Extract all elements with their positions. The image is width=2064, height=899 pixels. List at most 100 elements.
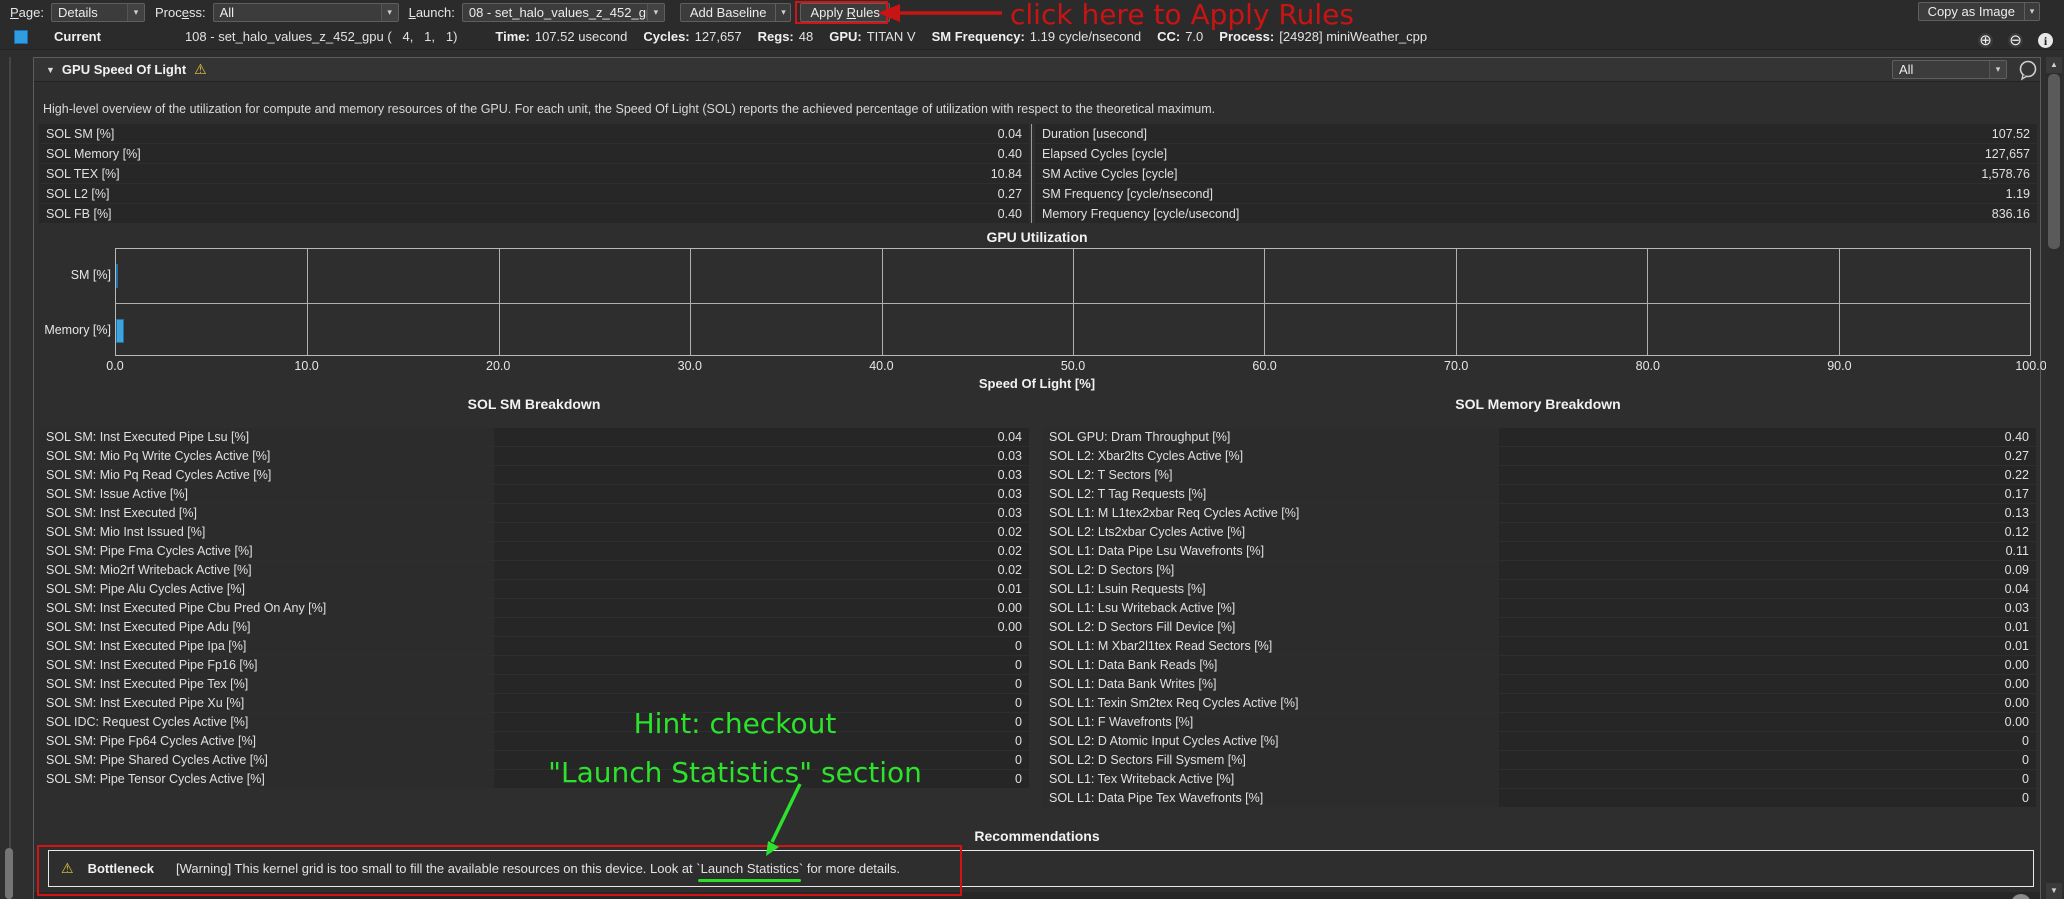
table-row[interactable]: SOL GPU: Dram Throughput [%]0.40 (1042, 428, 2036, 446)
pane-splitter[interactable] (9, 57, 11, 899)
comment-icon[interactable] (2017, 59, 2039, 81)
left-scrollbar-thumb[interactable] (5, 848, 13, 899)
metric-label: SOL SM: Inst Executed Pipe Fp16 [%] (39, 656, 494, 674)
metric-value: 1.19 (2006, 187, 2037, 201)
table-row[interactable]: SOL L1: Texin Sm2tex Req Cycles Active [… (1042, 694, 2036, 712)
table-row[interactable]: SOL L1: Lsu Writeback Active [%]0.03 (1042, 599, 2036, 617)
metric-label: SOL L1: F Wavefronts [%] (1042, 713, 1499, 731)
table-row[interactable]: SOL L1: Data Pipe Tex Wavefronts [%]0 (1042, 789, 2036, 807)
axis-tick-label: 70.0 (1444, 359, 1468, 373)
table-row[interactable]: SOL L2: D Sectors Fill Device [%]0.01 (1042, 618, 2036, 636)
table-row[interactable]: SOL L1: Lsuin Requests [%]0.04 (1042, 580, 2036, 598)
chevron-down-icon: ▾ (127, 4, 144, 21)
launch-dropdown[interactable]: 08 - set_halo_values_z_452_gpu ▾ (462, 3, 665, 22)
current-kernel-row[interactable]: Current 108 - set_halo_values_z_452_gpu … (0, 24, 2064, 50)
table-row[interactable]: SOL IDC: Request Cycles Active [%]0 (39, 713, 1029, 731)
apply-rules-button[interactable]: Apply Rules (800, 3, 889, 22)
copy-as-image-dropdown-arrow[interactable]: ▾ (2025, 2, 2040, 21)
launch-statistics-link[interactable]: `Launch Statistics` (696, 861, 803, 876)
table-row[interactable]: SM Active Cycles [cycle]1,578.76 (1035, 164, 2037, 183)
table-row[interactable]: SOL FB [%]0.40 (39, 204, 1029, 223)
table-row[interactable]: SOL SM: Inst Executed Pipe Cbu Pred On A… (39, 599, 1029, 617)
utilization-bar[interactable] (116, 264, 118, 288)
page-dropdown[interactable]: Details ▾ (51, 3, 145, 22)
metric-value: 0 (494, 715, 1029, 729)
scroll-up-arrow[interactable]: ▲ (2046, 57, 2062, 73)
table-row[interactable]: SOL L1: M L1tex2xbar Req Cycles Active [… (1042, 504, 2036, 522)
table-row[interactable]: SOL SM: Inst Executed Pipe Fp16 [%]0 (39, 656, 1029, 674)
metric-value: 0.40 (998, 147, 1029, 161)
table-row[interactable]: Duration [usecond]107.52 (1035, 124, 2037, 143)
metric-label: SOL SM: Inst Executed Pipe Lsu [%] (39, 428, 494, 446)
table-row[interactable]: SOL SM [%]0.04 (39, 124, 1029, 143)
table-row[interactable]: Memory Frequency [cycle/usecond]836.16 (1035, 204, 2037, 223)
add-baseline-button[interactable]: Add Baseline (680, 3, 777, 22)
section-filter-dropdown[interactable]: All ▾ (1892, 60, 2007, 79)
zoom-in-button[interactable]: ⊕ (1977, 32, 1994, 49)
table-row[interactable]: SOL SM: Pipe Fp64 Cycles Active [%]0 (39, 732, 1029, 750)
scroll-down-arrow[interactable]: ▼ (2046, 883, 2062, 899)
table-row[interactable]: SOL L2: Xbar2lts Cycles Active [%]0.27 (1042, 447, 2036, 465)
table-row[interactable]: SOL TEX [%]10.84 (39, 164, 1029, 183)
table-row[interactable]: SOL L1: Data Bank Writes [%]0.00 (1042, 675, 2036, 693)
table-row[interactable]: SOL L1: Tex Writeback Active [%]0 (1042, 770, 2036, 788)
table-row[interactable]: SOL SM: Mio Inst Issued [%]0.02 (39, 523, 1029, 541)
table-row[interactable]: SOL Memory [%]0.40 (39, 144, 1029, 163)
table-row[interactable]: SOL L1: M Xbar2l1tex Read Sectors [%]0.0… (1042, 637, 2036, 655)
table-row[interactable]: SOL SM: Issue Active [%]0.03 (39, 485, 1029, 503)
process-dropdown[interactable]: All ▾ (213, 3, 399, 22)
table-row[interactable]: SOL L2: D Sectors [%]0.09 (1042, 561, 2036, 579)
table-row[interactable]: SOL SM: Pipe Fma Cycles Active [%]0.02 (39, 542, 1029, 560)
metric-label: SOL L2: D Sectors [%] (1042, 561, 1499, 579)
table-row[interactable]: SOL SM: Inst Executed Pipe Tex [%]0 (39, 675, 1029, 693)
section-header[interactable]: ▼ GPU Speed Of Light ⚠ All ▾ (34, 58, 2040, 82)
scrollbar-thumb[interactable] (2048, 74, 2060, 249)
chart-y-label: Memory [%] (36, 323, 111, 337)
metric-label: SOL L1: Lsu Writeback Active [%] (1042, 599, 1499, 617)
table-row[interactable]: SOL SM: Inst Executed Pipe Lsu [%]0.04 (39, 428, 1029, 446)
metric-value: 0.11 (1499, 544, 2036, 558)
stat-label: GPU: (829, 29, 862, 44)
table-row[interactable]: SOL SM: Pipe Tensor Cycles Active [%]0 (39, 770, 1029, 788)
table-row[interactable]: SOL SM: Inst Executed [%]0.03 (39, 504, 1029, 522)
metric-value: 0 (494, 772, 1029, 786)
metric-value: 0.03 (494, 449, 1029, 463)
metric-label: SOL L1: Lsuin Requests [%] (1042, 580, 1499, 598)
table-row[interactable]: SOL SM: Inst Executed Pipe Xu [%]0 (39, 694, 1029, 712)
table-row[interactable]: SOL SM: Mio Pq Write Cycles Active [%]0.… (39, 447, 1029, 465)
table-row[interactable]: SM Frequency [cycle/nsecond]1.19 (1035, 184, 2037, 203)
table-row[interactable]: SOL SM: Inst Executed Pipe Adu [%]0.00 (39, 618, 1029, 636)
utilization-bar[interactable] (116, 319, 124, 343)
table-row[interactable]: SOL SM: Pipe Alu Cycles Active [%]0.01 (39, 580, 1029, 598)
metric-label: SOL SM: Mio Pq Read Cycles Active [%] (39, 466, 494, 484)
chart-x-axis: 0.010.020.030.040.050.060.070.080.090.01… (115, 359, 2031, 374)
copy-as-image-button[interactable]: Copy as Image (1918, 2, 2025, 21)
metric-label: SOL L2: Lts2xbar Cycles Active [%] (1042, 523, 1499, 541)
table-row[interactable]: SOL L1: F Wavefronts [%]0.00 (1042, 713, 2036, 731)
table-row[interactable]: SOL L1: Data Pipe Lsu Wavefronts [%]0.11 (1042, 542, 2036, 560)
table-row[interactable]: SOL SM: Inst Executed Pipe Ipa [%]0 (39, 637, 1029, 655)
table-row[interactable]: SOL SM: Mio2rf Writeback Active [%]0.02 (39, 561, 1029, 579)
vertical-scrollbar[interactable]: ▲ ▼ (2046, 57, 2062, 899)
metric-value: 0.00 (1499, 696, 2036, 710)
table-row[interactable]: SOL L2: T Sectors [%]0.22 (1042, 466, 2036, 484)
table-row[interactable]: Elapsed Cycles [cycle]127,657 (1035, 144, 2037, 163)
table-row[interactable]: SOL L2: D Atomic Input Cycles Active [%]… (1042, 732, 2036, 750)
metric-label: SOL L2: T Sectors [%] (1042, 466, 1499, 484)
table-row[interactable]: SOL SM: Mio Pq Read Cycles Active [%]0.0… (39, 466, 1029, 484)
table-row[interactable]: SOL L2: Lts2xbar Cycles Active [%]0.12 (1042, 523, 2036, 541)
info-button[interactable]: i (2037, 32, 2054, 49)
recommendations-title: Recommendations (34, 828, 2040, 844)
table-row[interactable]: SOL L2 [%]0.27 (39, 184, 1029, 203)
metric-value: 0 (1499, 791, 2036, 805)
table-row[interactable]: SOL L2: D Sectors Fill Sysmem [%]0 (1042, 751, 2036, 769)
metric-value: 0.01 (1499, 620, 2036, 634)
add-baseline-dropdown-arrow[interactable]: ▾ (776, 3, 791, 22)
stat-value: 7.0 (1185, 29, 1203, 44)
metric-value: 0.03 (494, 506, 1029, 520)
collapse-arrow-icon[interactable]: ▼ (46, 65, 55, 75)
table-row[interactable]: SOL L1: Data Bank Reads [%]0.00 (1042, 656, 2036, 674)
zoom-out-button[interactable]: ⊖ (2007, 32, 2024, 49)
table-row[interactable]: SOL L2: T Tag Requests [%]0.17 (1042, 485, 2036, 503)
table-row[interactable]: SOL SM: Pipe Shared Cycles Active [%]0 (39, 751, 1029, 769)
